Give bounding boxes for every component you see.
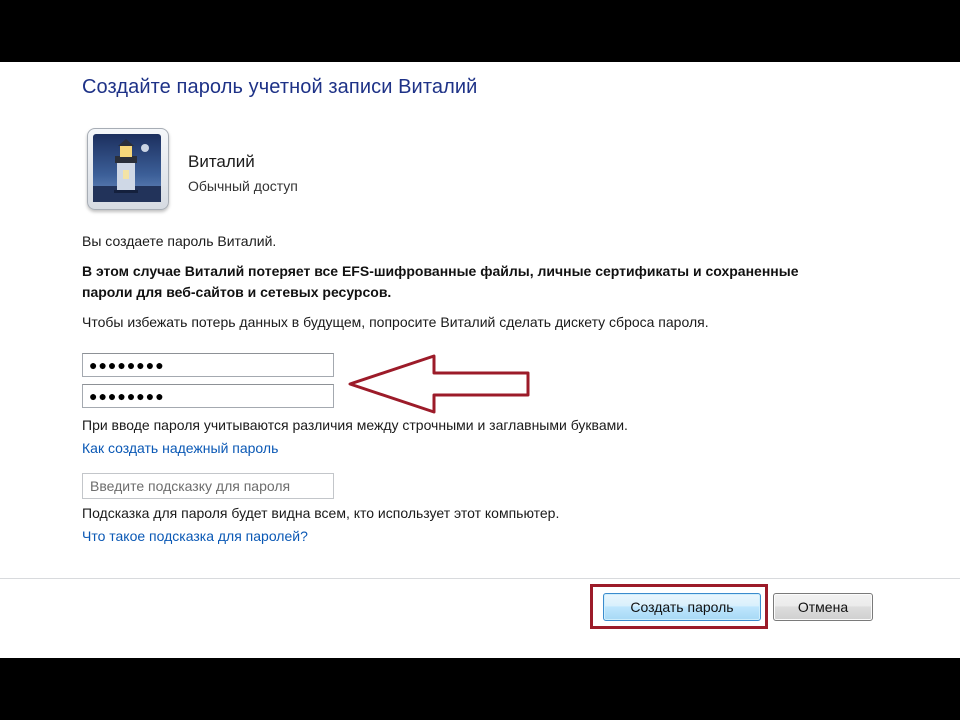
footer-divider [0,578,960,579]
new-password-input[interactable]: ●●●●●●●● [82,353,334,377]
password-hint-input[interactable]: Введите подсказку для пароля [82,473,334,499]
reset-disk-advice: Чтобы избежать потерь данных в будущем, … [82,314,709,330]
confirm-password-input[interactable]: ●●●●●●●● [82,384,334,408]
cancel-button[interactable]: Отмена [773,593,873,621]
account-type: Обычный доступ [188,178,298,194]
info-message: Вы создаете пароль Виталий. [82,233,277,249]
user-name: Виталий [188,152,255,171]
user-avatar [87,128,169,210]
dialog-title: Создайте пароль учетной записи Виталий [82,76,478,98]
strong-password-link[interactable]: Как создать надежный пароль [82,440,278,456]
hint-visibility-note: Подсказка для пароля будет видна всем, к… [82,505,560,521]
lighthouse-avatar-icon [93,134,161,202]
case-sensitivity-note: При вводе пароля учитываются различия ме… [82,417,628,433]
annotation-arrow-icon [348,354,530,414]
what-is-hint-link[interactable]: Что такое подсказка для паролей? [82,528,308,544]
create-password-button[interactable]: Создать пароль [603,593,761,621]
create-password-window: Создайте пароль учетной записи Виталий В… [0,62,960,658]
warning-message: В этом случае Виталий потеряет все EFS-ш… [82,263,799,300]
